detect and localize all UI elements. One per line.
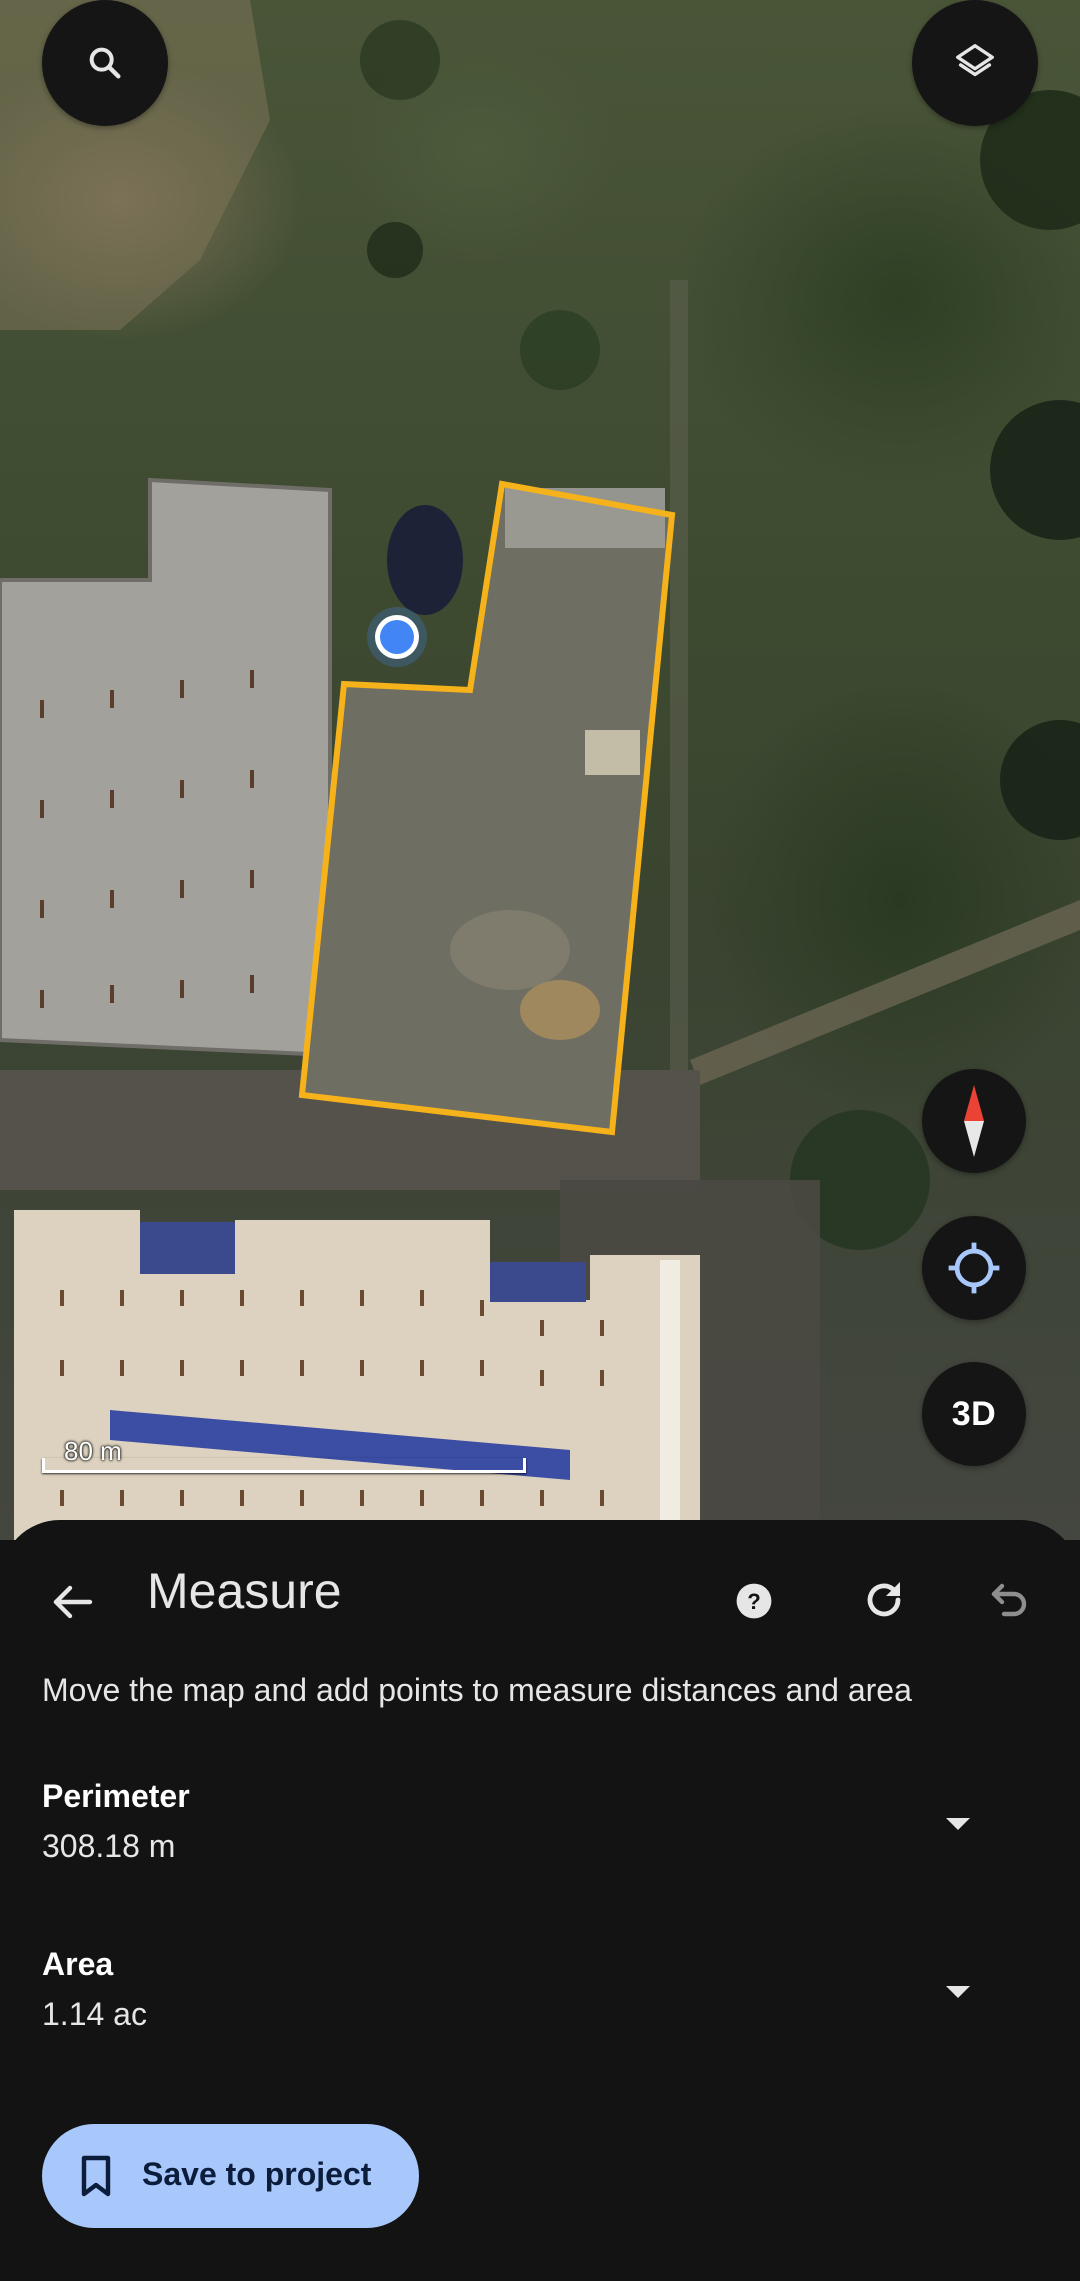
search-button[interactable]: [42, 0, 168, 126]
help-button[interactable]: ?: [728, 1575, 780, 1627]
measure-screen: 80 m 3D Measure ? Move the map and add p…: [0, 0, 1080, 2281]
my-location-icon: [948, 1242, 1000, 1294]
compass-button[interactable]: [922, 1069, 1026, 1173]
perimeter-label: Perimeter: [42, 1778, 190, 1814]
undo-icon: [991, 1583, 1027, 1617]
perimeter-value: 308.18 m: [42, 1828, 176, 1864]
scale-bar: 80 m: [42, 1436, 526, 1473]
my-location-button[interactable]: [922, 1216, 1026, 1320]
3d-label: 3D: [951, 1394, 997, 1433]
page-title: Measure: [147, 1563, 342, 1619]
help-icon: ?: [736, 1583, 772, 1619]
3d-toggle-button[interactable]: 3D: [922, 1362, 1026, 1466]
measure-header: Measure ?: [0, 1520, 1080, 1670]
layers-button[interactable]: [912, 0, 1038, 126]
measure-instruction: Move the map and add points to measure d…: [42, 1672, 912, 1708]
satellite-map[interactable]: 80 m: [0, 0, 1080, 1540]
area-label: Area: [42, 1946, 114, 1982]
undo-button[interactable]: [978, 1570, 1038, 1630]
search-icon: [89, 47, 121, 79]
layers-icon: [956, 44, 994, 77]
compass-icon: [964, 1085, 984, 1157]
save-to-project-button[interactable]: Save to project: [42, 2124, 419, 2228]
chevron-down-icon[interactable]: [938, 1808, 978, 1838]
redo-button[interactable]: [854, 1570, 914, 1630]
back-arrow-icon: [53, 1585, 93, 1619]
svg-text:?: ?: [747, 1589, 761, 1614]
area-row[interactable]: Area 1.14 ac: [42, 1946, 1038, 2056]
scale-line: [42, 1458, 526, 1473]
save-button-label: Save to project: [142, 2156, 372, 2192]
chevron-down-icon[interactable]: [938, 1976, 978, 2006]
area-value: 1.14 ac: [42, 1996, 147, 2032]
location-dot: [367, 607, 427, 667]
redo-icon: [867, 1582, 901, 1617]
perimeter-row[interactable]: Perimeter 308.18 m: [42, 1778, 1038, 1888]
measure-panel: Measure ? Move the map and add points to…: [0, 1520, 1080, 2281]
back-button[interactable]: [42, 1572, 102, 1632]
bookmark-icon: [81, 2155, 111, 2197]
